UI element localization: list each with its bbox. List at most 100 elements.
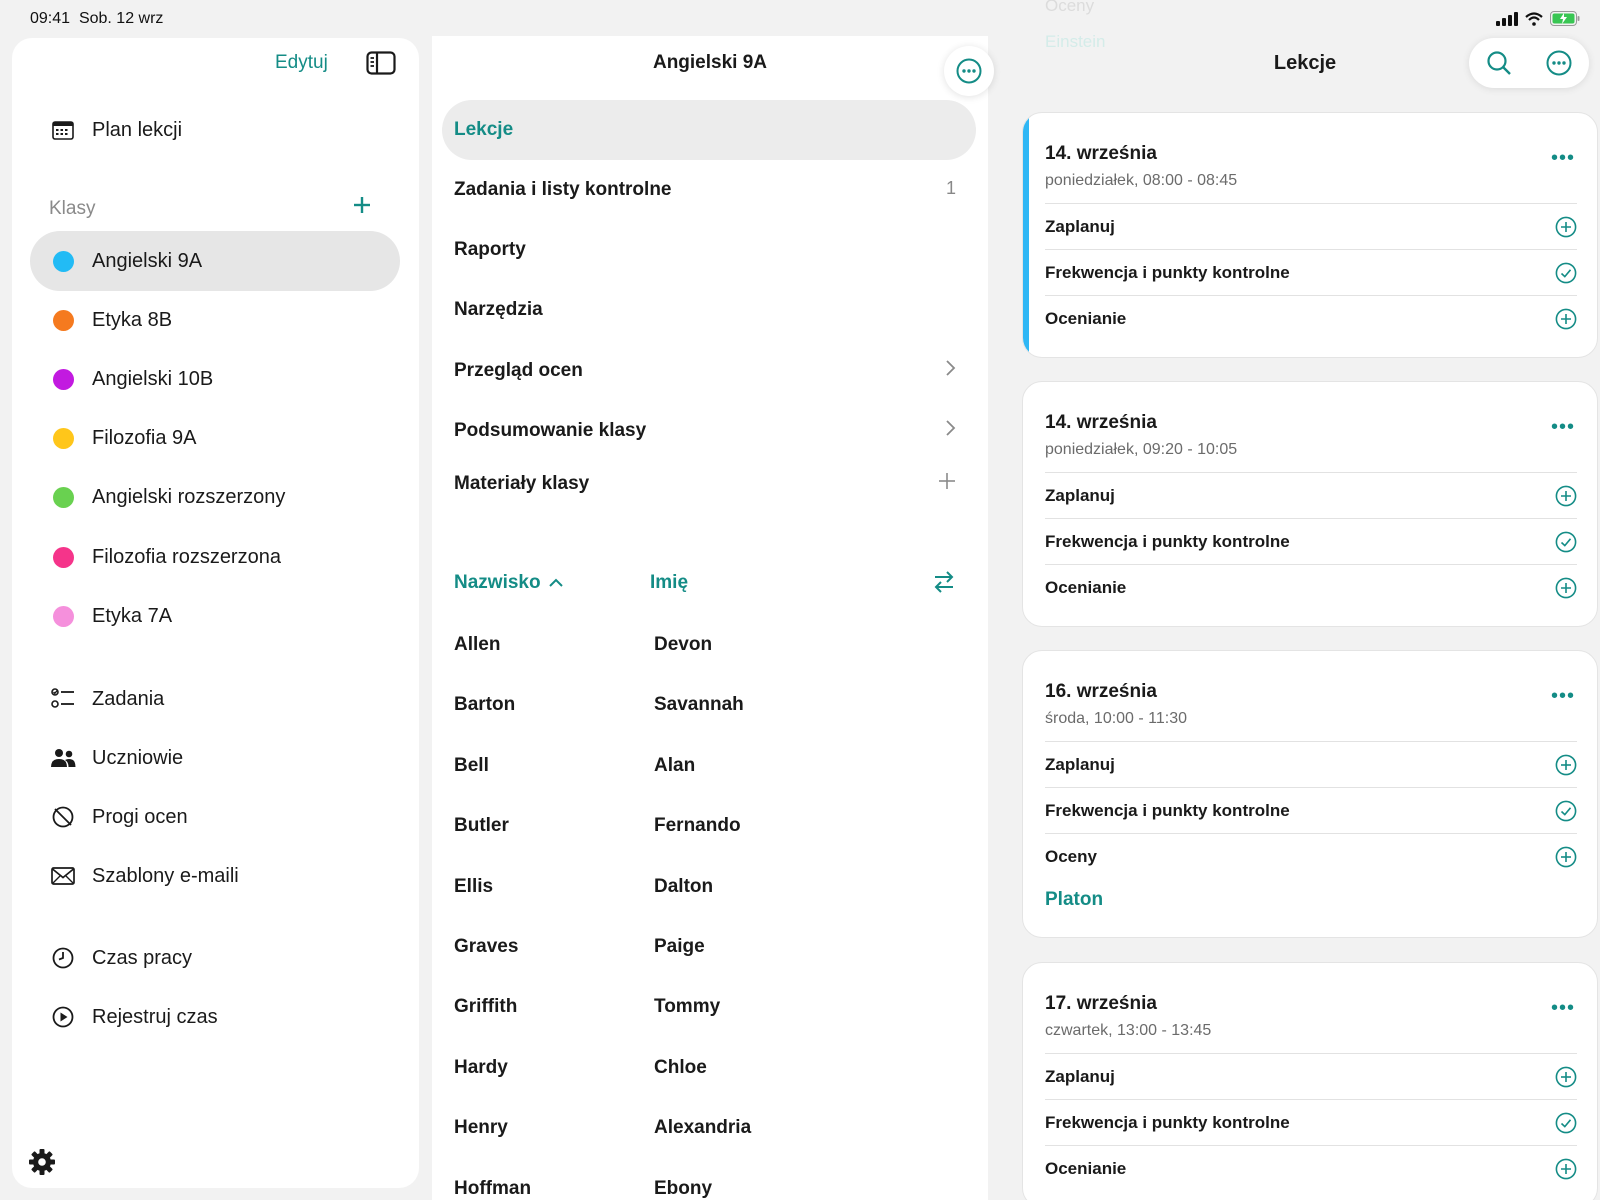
student-row[interactable]: Griffith Tommy	[454, 996, 720, 1018]
lesson-action-label: Frekwencja i punkty kontrolne	[1045, 800, 1290, 820]
class-menu-item[interactable]: Podsumowanie klasy	[442, 401, 976, 461]
ellipsis-icon[interactable]: •••	[1551, 416, 1575, 439]
lesson-topic-link[interactable]: Platon	[1045, 889, 1103, 911]
lesson-action-row[interactable]: Frekwencja i punkty kontrolne	[1045, 1099, 1577, 1145]
lesson-action-row[interactable]: Zaplanuj	[1045, 741, 1577, 787]
ellipsis-icon[interactable]: •••	[1551, 685, 1575, 708]
sidebar-class-item[interactable]: Filozofia rozszerzona	[30, 527, 400, 587]
sidebar-toggle-icon[interactable]	[366, 51, 396, 75]
student-first-name: Fernando	[654, 815, 741, 837]
lesson-card[interactable]: 14. września poniedziałek, 08:00 - 08:45 •…	[1022, 112, 1598, 358]
lesson-date: 17. września	[1045, 993, 1157, 1014]
student-row[interactable]: Hardy Chloe	[454, 1056, 707, 1079]
search-icon[interactable]	[1486, 50, 1512, 76]
plus-circle-icon	[1555, 485, 1577, 507]
lesson-card[interactable]: 17. września czwartek, 13:00 - 13:45 ••• Za…	[1022, 962, 1598, 1200]
lesson-action-row[interactable]: Frekwencja i punkty kontrolne	[1045, 249, 1577, 295]
chevron-right-icon	[944, 359, 956, 382]
class-color-dot-icon	[50, 426, 76, 452]
classes-section-header: Klasy	[49, 198, 96, 219]
student-row[interactable]: Henry Alexandria	[454, 1117, 751, 1139]
lesson-card[interactable]: 16. września środa, 10:00 - 11:30 ••• Zapla…	[1022, 650, 1598, 938]
class-menu-item[interactable]: Przegląd ocen	[442, 341, 976, 401]
lesson-card[interactable]: 14. września poniedziałek, 09:20 - 10:05 •…	[1022, 381, 1598, 627]
lesson-action-row[interactable]: Zaplanuj	[1045, 472, 1577, 518]
class-menu-label: Przegląd ocen	[454, 360, 583, 381]
ellipsis-circle-icon[interactable]	[1546, 50, 1572, 76]
class-color-dot	[52, 487, 74, 509]
sidebar-item-schedule[interactable]: Plan lekcji	[30, 100, 400, 160]
lesson-action-label: Zaplanuj	[1045, 754, 1115, 774]
plus-circle-icon	[1555, 216, 1577, 238]
student-row[interactable]: Hoffman Ebony	[454, 1178, 712, 1200]
sidebar-class-label: Angielski rozszerzony	[92, 486, 286, 509]
ghost-link-label: Einstein	[1045, 32, 1106, 51]
sidebar-class-item[interactable]: Angielski 9A	[30, 231, 400, 291]
check-circle-icon	[1555, 531, 1577, 553]
lesson-action-label: Ocenianie	[1045, 308, 1127, 328]
sidebar-item-tool[interactable]: Szablony e-maili	[30, 846, 400, 906]
sort-last-name-label: Nazwisko	[454, 572, 541, 593]
student-row[interactable]: Bell Alan	[454, 755, 695, 777]
sidebar-item-time[interactable]: Czas pracy	[30, 928, 400, 988]
plus-circle-icon	[1555, 308, 1577, 330]
lesson-action-row[interactable]: Ocenianie	[1045, 564, 1577, 610]
lesson-action-row[interactable]: Ocenianie	[1045, 1145, 1577, 1191]
lesson-date: 16. września	[1045, 681, 1157, 702]
sidebar-class-item[interactable]: Angielski 10B	[30, 349, 400, 409]
lesson-action-row[interactable]: Zaplanuj	[1045, 203, 1577, 249]
sidebar-class-item[interactable]: Angielski rozszerzony	[30, 468, 400, 528]
class-menu-item[interactable]: Lekcje	[442, 100, 976, 160]
class-color-dot-icon	[50, 485, 76, 511]
lesson-action-row[interactable]: Zaplanuj	[1045, 1053, 1577, 1099]
swap-columns-icon[interactable]	[932, 570, 956, 594]
class-menu-item[interactable]: Narzędzia	[442, 280, 976, 340]
ellipsis-circle-icon	[956, 58, 982, 84]
lesson-action-row[interactable]: Frekwencja i punkty kontrolne	[1045, 787, 1577, 833]
edit-button[interactable]: Edytuj	[275, 52, 328, 74]
sidebar-class-item[interactable]: Etyka 8B	[30, 290, 400, 350]
sort-by-last-name-button[interactable]: Nazwisko	[454, 572, 563, 594]
class-color-dot-icon	[50, 248, 76, 274]
class-color-dot-icon	[50, 307, 76, 333]
status-time: 09:41 Sob. 12 wrz	[30, 10, 163, 28]
sidebar-item-tool[interactable]: Zadania	[30, 669, 400, 729]
sidebar-class-label: Angielski 10B	[92, 367, 214, 390]
class-color-dot-icon	[50, 544, 76, 570]
class-menu-item[interactable]: Materiały klasy	[442, 454, 976, 514]
add-class-icon[interactable]	[350, 193, 374, 217]
class-menu-item[interactable]: Zadania i listy kontrolne 1	[442, 160, 976, 220]
lesson-action-row[interactable]: Frekwencja i punkty kontrolne	[1045, 518, 1577, 564]
lesson-action-row[interactable]: Ocenianie	[1045, 295, 1577, 341]
sidebar-class-item[interactable]: Filozofia 9A	[30, 409, 400, 469]
plus-circle-icon	[1555, 846, 1577, 868]
check-circle-icon	[1555, 262, 1577, 284]
student-row[interactable]: Ellis Dalton	[454, 875, 713, 898]
sidebar-item-tool[interactable]: Progi ocen	[30, 787, 400, 847]
ellipsis-icon[interactable]: •••	[1551, 997, 1575, 1020]
sort-by-first-name-button[interactable]: Imię	[650, 572, 688, 594]
lesson-action-row[interactable]: Oceny	[1045, 833, 1577, 879]
class-detail-panel: Angielski 9A Lekcje Zadania i listy kontr…	[432, 36, 994, 1200]
student-first-name: Dalton	[654, 875, 714, 897]
gear-icon[interactable]	[28, 1148, 56, 1176]
student-row[interactable]: Barton Savannah	[454, 694, 744, 716]
student-last-name: Ellis	[454, 875, 494, 897]
ellipsis-icon[interactable]: •••	[1551, 147, 1575, 170]
sidebar-item-time[interactable]: Rejestruj czas	[30, 987, 400, 1047]
more-options-button[interactable]	[944, 46, 994, 96]
class-menu-label: Raporty	[454, 239, 526, 260]
class-menu-item[interactable]: Raporty	[442, 220, 976, 280]
student-last-name: Hardy	[454, 1056, 508, 1078]
student-row[interactable]: Graves Paige	[454, 936, 705, 958]
student-row[interactable]: Allen Devon	[454, 634, 712, 656]
student-first-name: Devon	[654, 634, 713, 655]
sidebar: Edytuj Plan lekcji Klasy Angielski 9A Ety…	[12, 38, 419, 1188]
sidebar-class-item[interactable]: Etyka 7A	[30, 586, 400, 646]
plus-icon	[938, 472, 956, 495]
chevron-right-icon	[944, 419, 956, 442]
sidebar-item-tool[interactable]: Uczniowie	[30, 728, 400, 788]
student-row[interactable]: Butler Fernando	[454, 815, 741, 837]
lesson-action-label: Frekwencja i punkty kontrolne	[1045, 531, 1290, 551]
class-color-dot	[52, 428, 74, 450]
